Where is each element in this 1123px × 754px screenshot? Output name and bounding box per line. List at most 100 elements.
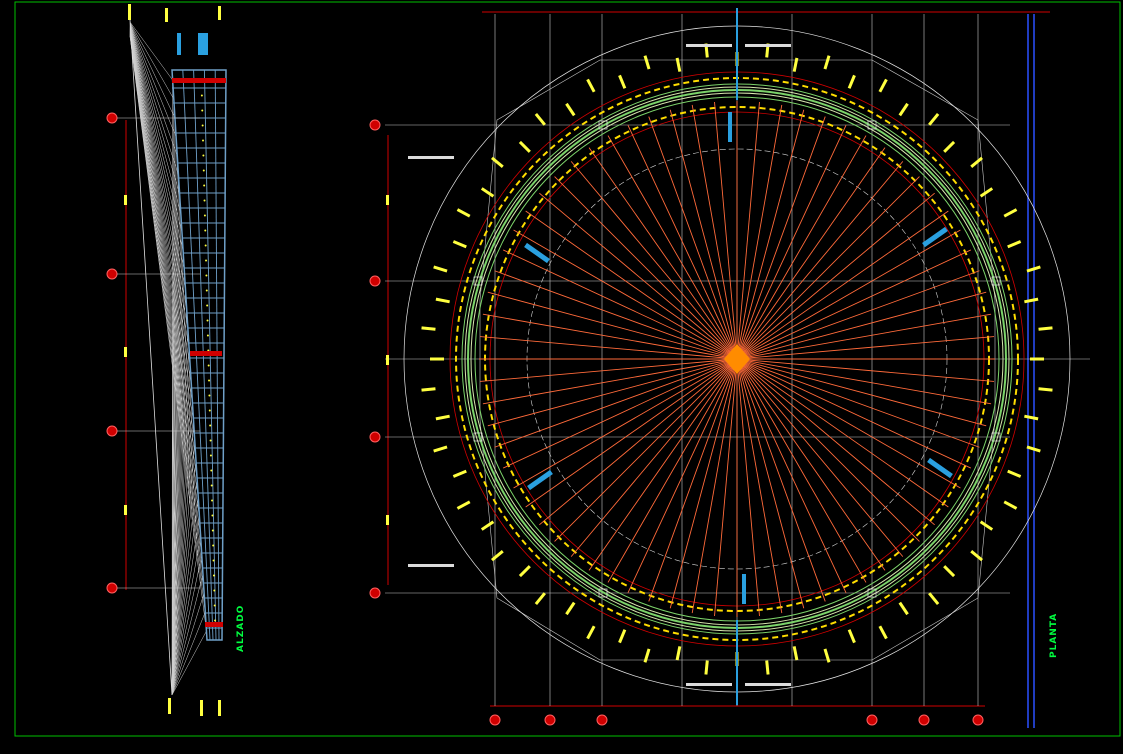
elevation-top-mark — [128, 4, 131, 20]
plan-radial-member — [627, 358, 738, 594]
elevation-panel-node — [211, 499, 214, 502]
plan-radial-member — [648, 358, 738, 602]
plan-note-block — [686, 44, 732, 47]
elevation-panel-node — [206, 334, 209, 337]
elevation-panel-node — [208, 394, 211, 397]
plan-radial-member — [736, 358, 805, 609]
plan-rim-tag — [943, 565, 956, 578]
plan-rim-tag — [979, 520, 994, 531]
plan-blue-brace — [742, 574, 746, 604]
elevation-panel-node — [202, 154, 205, 157]
elevation-panel-node — [213, 589, 216, 592]
plan-radial-member — [736, 336, 995, 360]
plan-rim-tag — [1030, 357, 1044, 361]
plan-radial-member — [714, 358, 738, 617]
plan-note-block — [408, 564, 454, 567]
plan-rim-tag — [456, 500, 471, 510]
elevation-bottom-mark — [200, 700, 203, 716]
elevation-fan-line — [129, 25, 182, 214]
plan-rim-tag — [878, 625, 888, 640]
plan-rim-tag — [480, 520, 495, 531]
elevation-fan-line — [129, 30, 193, 404]
elevation-panel-node — [201, 124, 204, 127]
plan-rim-tag — [675, 646, 682, 661]
plan-radial-member — [736, 358, 995, 382]
plan-rim-tag — [435, 297, 450, 304]
elevation-fan-line — [129, 31, 196, 442]
elevation-panel-node — [200, 94, 203, 97]
plan-radial-member — [736, 124, 847, 360]
elevation-panel-node — [212, 544, 215, 547]
plan-radial-member — [736, 358, 987, 427]
plan-radial-member — [736, 116, 826, 360]
plan-radial-member — [669, 358, 738, 609]
elevation-panel-node — [203, 214, 206, 217]
elevation-grid-marker — [106, 582, 118, 594]
plan-grid-marker — [866, 714, 878, 726]
plan-rim-tag — [979, 187, 994, 198]
elevation-panel-node — [209, 424, 212, 427]
elevation-panel-node — [201, 109, 204, 112]
plan-rim-tag — [704, 660, 709, 675]
elevation-panel-node — [214, 619, 217, 622]
plan-rim-tag — [518, 565, 531, 578]
plan-blue-brace — [524, 242, 550, 264]
plan-dimension-tick — [386, 515, 389, 525]
elevation-red-band — [190, 351, 222, 356]
elevation-panel-node — [204, 244, 207, 247]
plan-view: PLANTA — [369, 8, 1090, 728]
plan-dimension-tick — [386, 195, 389, 205]
plan-rim-tag — [1007, 469, 1022, 478]
elevation-panel-node — [208, 379, 211, 382]
plan-rim-tag — [970, 550, 983, 562]
plan-rim-tag — [643, 648, 651, 663]
plan-radial-member — [479, 358, 738, 382]
elevation-blue-tag — [177, 33, 181, 55]
plan-rim-tag — [586, 78, 596, 93]
plan-radial-member — [736, 358, 760, 617]
elevation-top-mark — [218, 6, 221, 20]
plan-radial-member — [736, 249, 972, 360]
elevation-panel-node — [210, 484, 213, 487]
plan-rim-tag — [847, 74, 856, 89]
elevation-bottom-mark — [218, 700, 221, 716]
elevation-fan-line — [129, 31, 197, 461]
plan-radial-member — [736, 358, 826, 602]
plan-radial-member — [736, 270, 980, 360]
plan-rim-tag — [480, 187, 495, 198]
elevation-panel-node — [202, 139, 205, 142]
plan-grid-marker — [369, 275, 381, 287]
plan-rim-tag — [618, 629, 627, 644]
elevation-fan-line — [129, 33, 200, 518]
plan-radial-member — [487, 358, 738, 427]
elevation-panel-node — [212, 574, 215, 577]
plan-rim-tag — [565, 102, 576, 117]
plan-note-block — [745, 44, 791, 47]
plan-rim-tag — [518, 140, 531, 153]
plan-rim-tag — [1003, 208, 1018, 218]
plan-rim-tag — [898, 601, 909, 616]
elevation-blue-tag — [198, 33, 208, 55]
elevation-grid-marker — [106, 112, 118, 124]
plan-radial-member — [714, 101, 738, 360]
plan-rim-tag — [534, 113, 546, 126]
elevation-view: ALZADO — [106, 4, 246, 716]
plan-rim-tag — [430, 357, 444, 361]
elevation-panel-node — [204, 229, 207, 232]
cad-canvas: ALZADO PLANTA — [14, 1, 1121, 737]
plan-radial-member — [494, 270, 738, 360]
plan-blue-brace — [922, 226, 948, 248]
plan-grid-marker — [369, 587, 381, 599]
plan-rim-tag — [1007, 240, 1022, 249]
plan-rim-tag — [765, 660, 770, 675]
plan-rim-tag — [452, 240, 467, 249]
elevation-panel-node — [205, 289, 208, 292]
plan-radial-member — [502, 358, 738, 469]
plan-rim-tag — [928, 113, 940, 126]
plan-grid-marker — [544, 714, 556, 726]
plan-rim-tag — [435, 414, 450, 421]
plan-dimension-tick — [386, 355, 389, 365]
plan-radial-member — [648, 116, 738, 360]
plan-rim-tag — [565, 601, 576, 616]
plan-radial-member — [487, 291, 738, 360]
